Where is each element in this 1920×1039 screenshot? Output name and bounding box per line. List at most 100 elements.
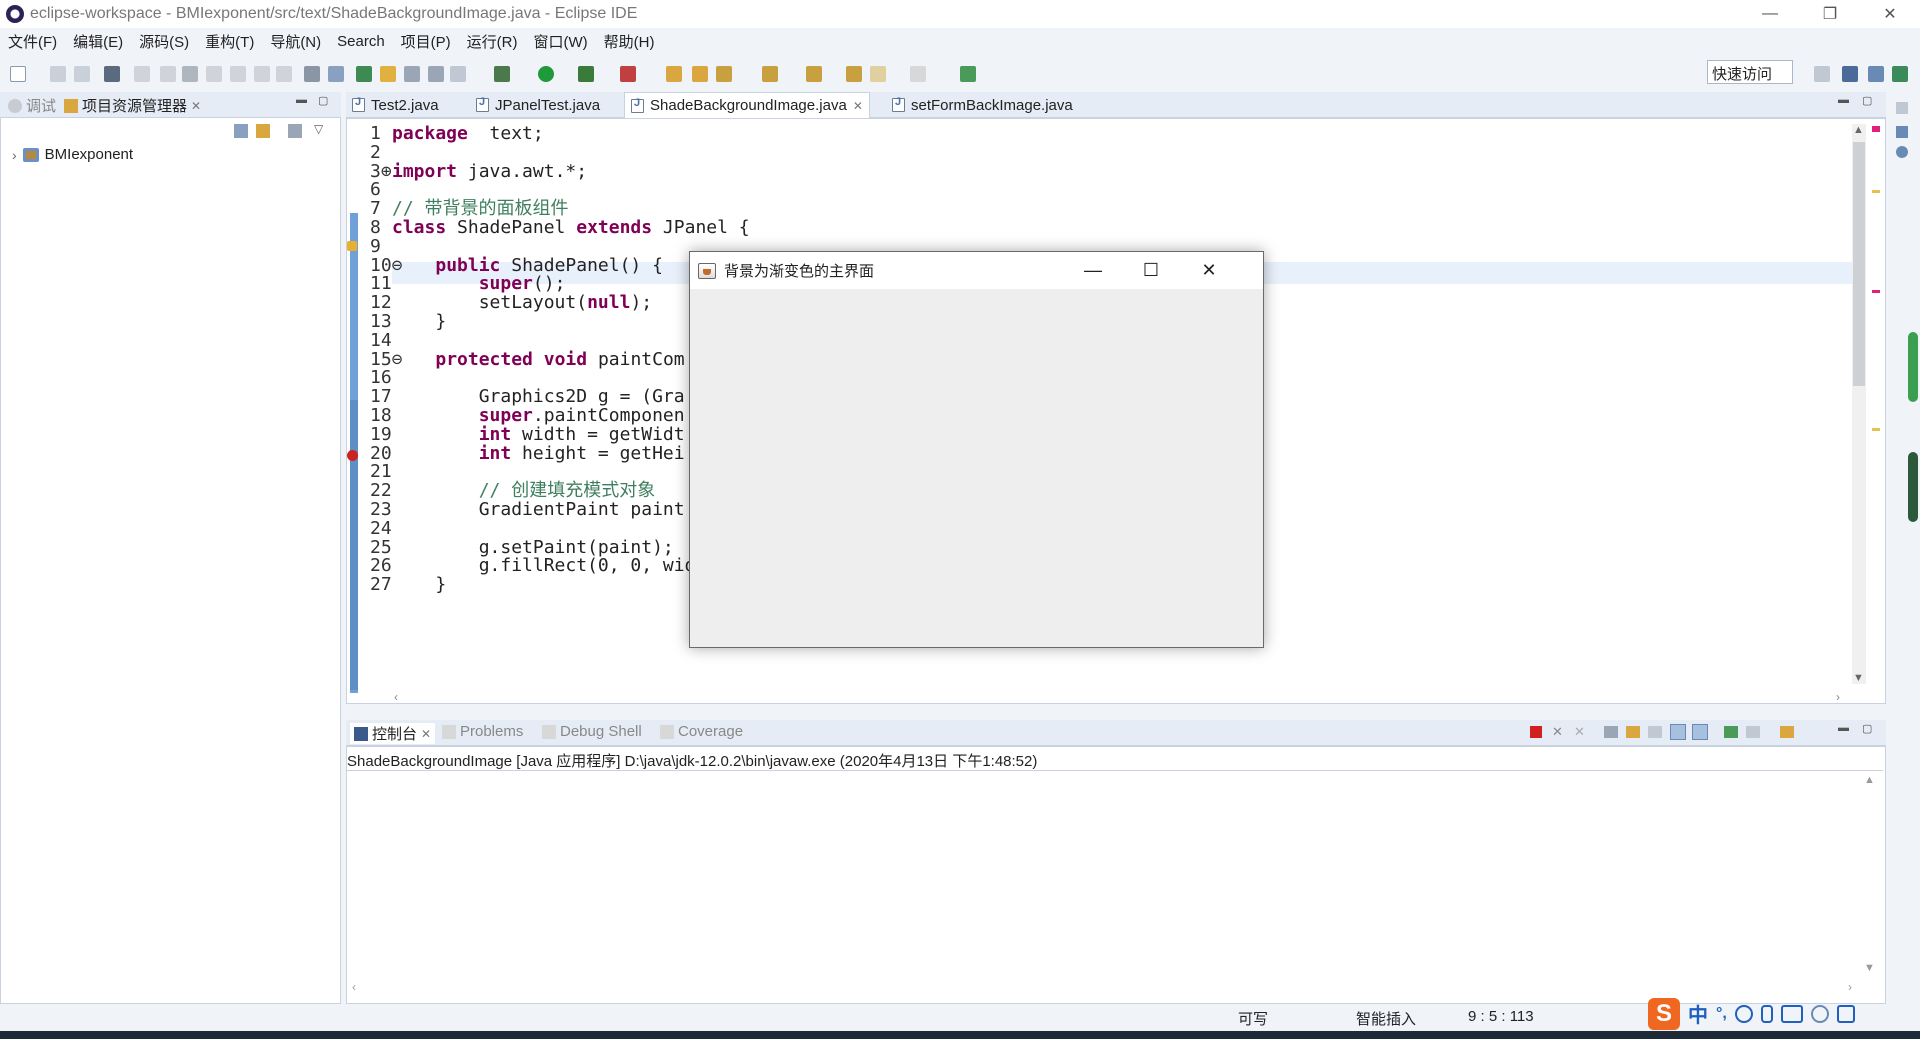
code-line[interactable]: 20 int height = getHei: [370, 442, 685, 465]
microphone-icon[interactable]: [1760, 1004, 1773, 1023]
whitespace-icon[interactable]: [450, 66, 466, 82]
code-line[interactable]: 3⊕import java.awt.*;: [370, 160, 587, 183]
overview-error-mark[interactable]: [1872, 290, 1880, 293]
external-tools-icon[interactable]: [620, 66, 636, 82]
link-with-editor-icon[interactable]: [256, 124, 270, 138]
show-stderr-icon[interactable]: [1692, 724, 1708, 740]
tab-debug-shell[interactable]: Debug Shell: [542, 723, 642, 740]
clear-console-icon[interactable]: [1604, 726, 1618, 738]
menu-window[interactable]: 窗口(W): [526, 31, 596, 52]
suspend-icon[interactable]: [160, 66, 176, 82]
tree-item-bmiexponent[interactable]: › BMIexponent: [12, 146, 133, 163]
coverage-icon[interactable]: [578, 66, 594, 82]
save-icon[interactable]: [50, 66, 66, 82]
swing-title-bar[interactable]: 背景为渐变色的主界面 — ☐ ✕: [690, 252, 1263, 289]
annotation-icon[interactable]: [428, 66, 444, 82]
maximize-view-icon[interactable]: ▢: [318, 94, 328, 107]
toolbox-icon[interactable]: [1836, 1004, 1855, 1023]
close-tab-icon[interactable]: ✕: [191, 99, 201, 113]
run-icon[interactable]: [538, 66, 554, 82]
drop-to-frame-icon[interactable]: [304, 66, 320, 82]
close-tab-icon[interactable]: ✕: [853, 99, 863, 113]
console-scroll-up-icon[interactable]: ▲: [1864, 774, 1875, 786]
new-icon[interactable]: [10, 66, 26, 82]
swing-minimize-button[interactable]: —: [1064, 252, 1122, 289]
remove-all-icon[interactable]: ✕: [1574, 724, 1585, 740]
menu-refactor[interactable]: 重构(T): [197, 31, 262, 52]
menu-help[interactable]: 帮助(H): [596, 31, 663, 52]
task-list-icon[interactable]: [1896, 146, 1908, 158]
open-task-icon[interactable]: [380, 66, 396, 82]
scroll-up-icon[interactable]: ▲: [1853, 124, 1864, 136]
scroll-down-icon[interactable]: ▼: [1853, 672, 1864, 684]
remove-launch-icon[interactable]: ✕: [1552, 724, 1563, 740]
step-return-icon[interactable]: [276, 66, 292, 82]
use-step-filters-icon[interactable]: [328, 66, 344, 82]
new-package-icon[interactable]: [692, 66, 708, 82]
expand-icon[interactable]: ›: [12, 147, 17, 163]
menu-search[interactable]: Search: [329, 33, 393, 50]
close-tab-icon[interactable]: ✕: [421, 727, 431, 741]
ime-punctuation-toggle[interactable]: °,: [1716, 1005, 1727, 1023]
editor-horizontal-scrollbar[interactable]: ‹ ›: [392, 690, 1842, 704]
overview-error-mark[interactable]: [1872, 126, 1880, 132]
console-scroll-right-icon[interactable]: ›: [1848, 980, 1852, 994]
sogou-logo-icon[interactable]: S: [1648, 997, 1680, 1030]
minimize-view-icon[interactable]: ▬: [296, 94, 307, 106]
menu-file[interactable]: 文件(F): [0, 31, 65, 52]
step-over-icon[interactable]: [254, 66, 270, 82]
next-annotation-icon[interactable]: [762, 66, 778, 82]
maximize-editor-icon[interactable]: ▢: [1862, 94, 1872, 107]
display-console-icon[interactable]: [1746, 726, 1760, 738]
tab-console[interactable]: 控制台 ✕: [350, 723, 436, 744]
pin-editor-icon[interactable]: [960, 66, 976, 82]
open-perspective-icon[interactable]: [1814, 66, 1830, 82]
minimize-button[interactable]: —: [1740, 0, 1800, 28]
outline-icon[interactable]: [1896, 126, 1908, 138]
code-line[interactable]: 8 class ShadePanel extends JPanel {: [370, 216, 750, 239]
code-line[interactable]: 27 }: [370, 573, 446, 596]
console-scroll-left-icon[interactable]: ‹: [352, 980, 356, 994]
menu-project[interactable]: 项目(P): [393, 31, 459, 52]
minimize-editor-icon[interactable]: ▬: [1838, 94, 1849, 106]
swing-maximize-button[interactable]: ☐: [1122, 252, 1180, 289]
swing-close-button[interactable]: ✕: [1180, 252, 1238, 289]
debug-perspective-icon[interactable]: [1868, 66, 1884, 82]
menu-source[interactable]: 源码(S): [131, 31, 197, 52]
quick-access-input[interactable]: 快速访问: [1707, 60, 1793, 84]
terminate-icon[interactable]: [182, 66, 198, 82]
menu-run[interactable]: 运行(R): [459, 31, 526, 52]
forward-icon[interactable]: [910, 66, 926, 82]
tab-shadebackgroundimage[interactable]: ShadeBackgroundImage.java ✕: [624, 92, 870, 118]
view-menu-icon[interactable]: ▽: [314, 122, 323, 136]
tab-jpaneltest[interactable]: JPanelTest.java: [470, 92, 606, 118]
skin-icon[interactable]: [1810, 1004, 1829, 1023]
git-perspective-icon[interactable]: [1892, 66, 1908, 82]
open-console-icon[interactable]: [1780, 726, 1794, 738]
overview-warning-mark[interactable]: [1872, 190, 1880, 193]
quick-fix-warning-icon[interactable]: [347, 241, 357, 251]
word-wrap-icon[interactable]: [1648, 726, 1662, 738]
tab-problems[interactable]: Problems: [442, 723, 523, 740]
ime-language-toggle[interactable]: 中: [1688, 999, 1708, 1028]
back-icon[interactable]: [846, 66, 862, 82]
new-class-icon[interactable]: [716, 66, 732, 82]
disconnect-icon[interactable]: [206, 66, 222, 82]
skip-breakpoints-icon[interactable]: [104, 66, 120, 82]
search-icon[interactable]: [404, 66, 420, 82]
scroll-right-icon[interactable]: ›: [1836, 690, 1840, 704]
scroll-left-icon[interactable]: ‹: [394, 690, 398, 704]
code-line[interactable]: 1 package text;: [370, 122, 544, 145]
tab-test2[interactable]: Test2.java: [346, 92, 445, 118]
pin-console-icon[interactable]: [1724, 726, 1738, 738]
emoji-icon[interactable]: [1734, 1004, 1753, 1023]
console-scroll-down-icon[interactable]: ▼: [1864, 962, 1875, 974]
maximize-console-icon[interactable]: ▢: [1862, 722, 1872, 735]
editor-scroll-thumb[interactable]: [1853, 142, 1865, 386]
new-java-project-icon[interactable]: [666, 66, 682, 82]
restore-button[interactable]: ❐: [1800, 0, 1860, 28]
debug-icon[interactable]: [494, 66, 510, 82]
close-button[interactable]: ✕: [1860, 0, 1920, 28]
save-all-icon[interactable]: [74, 66, 90, 82]
resume-icon[interactable]: [134, 66, 150, 82]
